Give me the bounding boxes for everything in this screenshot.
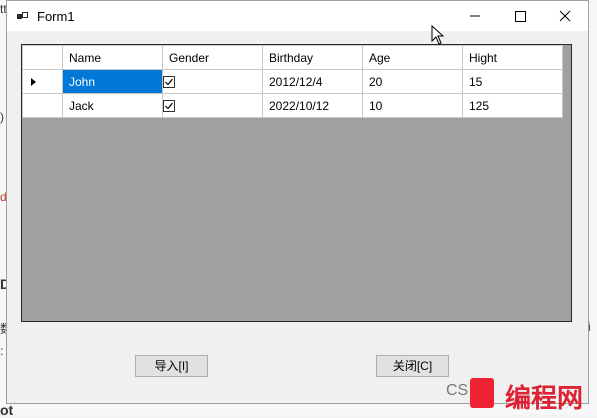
background-text: ) — [0, 110, 4, 124]
cell-hight[interactable]: 125 — [462, 93, 563, 118]
header-row: Name Gender Birthday Age Hight — [22, 45, 563, 70]
cell-age[interactable]: 20 — [362, 69, 463, 94]
cell-birthday[interactable]: 2012/12/4 — [262, 69, 363, 94]
table-row[interactable]: Jack 2022/10/12 10 125 — [22, 93, 563, 118]
watermark-logo-icon — [470, 378, 494, 408]
column-header-age[interactable]: Age — [362, 45, 463, 70]
close-button[interactable]: 关闭[C] — [376, 355, 449, 377]
maximize-button[interactable] — [497, 1, 543, 31]
cell-age[interactable]: 10 — [362, 93, 463, 118]
import-button[interactable]: 导入[I] — [135, 355, 208, 377]
top-left-header-cell[interactable] — [22, 45, 63, 70]
gender-checkbox[interactable] — [163, 100, 175, 113]
column-header-name[interactable]: Name — [62, 45, 163, 70]
watermark-prefix: CS — [446, 382, 469, 399]
background-text: ot — [0, 402, 14, 418]
grid-table: Name Gender Birthday Age Hight John 2012… — [22, 45, 563, 118]
background-text: : — [0, 344, 4, 358]
cell-birthday[interactable]: 2022/10/12 — [262, 93, 363, 118]
maximize-icon — [515, 11, 526, 22]
row-header-cell[interactable] — [22, 93, 63, 118]
column-header-gender[interactable]: Gender — [162, 45, 263, 70]
checkmark-icon — [165, 78, 173, 86]
form-window: Form1 Name Gender Birthday Age Hight Joh… — [6, 0, 589, 404]
row-header-cell[interactable] — [22, 69, 63, 94]
close-window-button[interactable] — [542, 1, 588, 31]
checkmark-icon — [165, 102, 173, 110]
minimize-icon — [470, 15, 480, 17]
title-bar[interactable]: Form1 — [7, 1, 588, 31]
column-header-birthday[interactable]: Birthday — [262, 45, 363, 70]
cell-hight[interactable]: 15 — [462, 69, 563, 94]
window-title: Form1 — [37, 9, 75, 24]
table-row[interactable]: John 2012/12/4 20 15 — [22, 69, 563, 94]
data-grid-view[interactable]: Name Gender Birthday Age Hight John 2012… — [21, 44, 572, 322]
gender-checkbox[interactable] — [163, 76, 175, 89]
current-row-arrow-icon — [31, 78, 36, 86]
mouse-cursor-icon — [431, 25, 445, 45]
column-header-hight[interactable]: Hight — [462, 45, 563, 70]
cell-gender[interactable] — [162, 69, 263, 94]
cell-gender[interactable] — [162, 93, 263, 118]
minimize-button[interactable] — [452, 1, 498, 31]
cell-name[interactable]: Jack — [62, 93, 163, 118]
watermark-brand: 编程网 — [505, 383, 584, 413]
close-icon — [559, 10, 571, 22]
app-icon — [17, 10, 29, 22]
cell-name[interactable]: John — [62, 69, 163, 94]
